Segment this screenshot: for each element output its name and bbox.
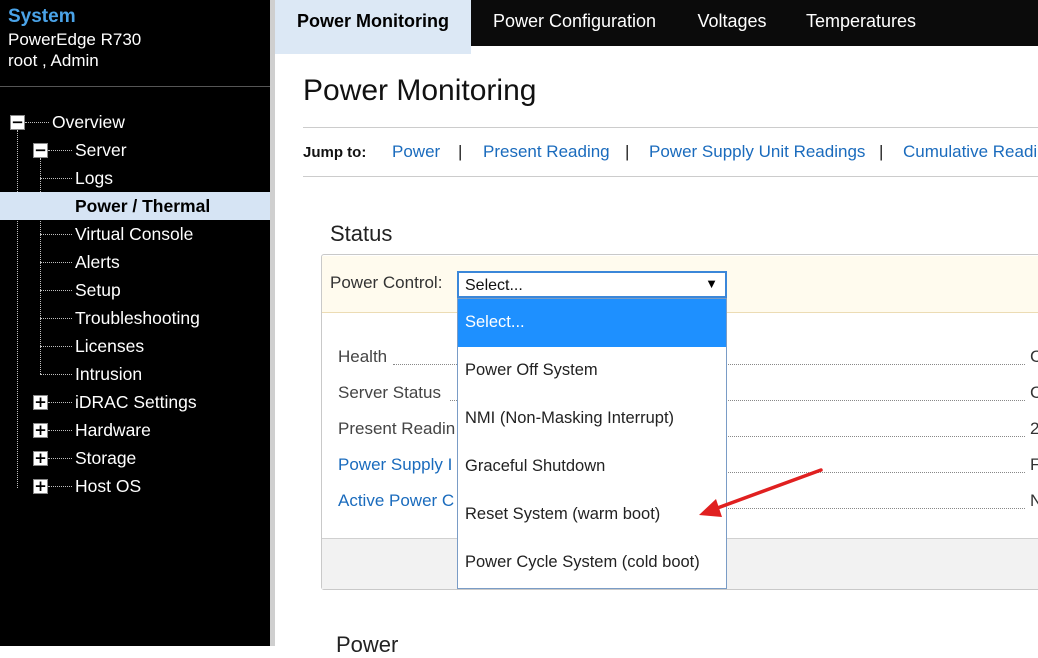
- power-control-label: Power Control:: [330, 273, 443, 292]
- tab-power-monitoring[interactable]: Power Monitoring: [275, 0, 471, 54]
- option-power-off-system[interactable]: Power Off System: [458, 347, 726, 395]
- tree-item-label[interactable]: Host OS: [75, 476, 141, 497]
- tab-bar-filler: [936, 0, 1038, 46]
- jump-link-cumulative-readings[interactable]: Cumulative Readin: [903, 142, 1038, 162]
- tree-item-intrusion[interactable]: Intrusion: [0, 360, 270, 388]
- sidebar: System PowerEdge R730 root , Admin − Ove…: [0, 0, 270, 646]
- jump-separator: |: [879, 142, 884, 161]
- option-label[interactable]: Graceful Shutdown: [465, 457, 605, 476]
- system-title: System: [8, 6, 76, 27]
- option-graceful-shutdown[interactable]: Graceful Shutdown: [458, 443, 726, 491]
- option-label[interactable]: Power Off System: [465, 361, 598, 380]
- tree-item-virtual-console[interactable]: Virtual Console: [0, 220, 270, 248]
- option-select[interactable]: Select...: [458, 299, 726, 347]
- option-reset-system[interactable]: Reset System (warm boot): [458, 491, 726, 539]
- page-title: Power Monitoring: [303, 74, 537, 107]
- active-power-link[interactable]: Active Power C: [338, 491, 454, 511]
- system-model: PowerEdge R730: [8, 30, 142, 49]
- expand-icon[interactable]: +: [33, 479, 48, 494]
- tab-voltages[interactable]: Voltages: [678, 0, 787, 46]
- option-label[interactable]: Select...: [465, 313, 525, 332]
- tree-item-troubleshooting[interactable]: Troubleshooting: [0, 304, 270, 332]
- tree-item-label[interactable]: iDRAC Settings: [75, 392, 197, 413]
- tree-item-label[interactable]: Setup: [75, 280, 121, 301]
- server-status-value: C: [1030, 383, 1038, 402]
- jump-to-label: Jump to:: [303, 144, 367, 161]
- leader-dots: [728, 508, 1025, 509]
- tree-item-power-thermal[interactable]: Power / Thermal: [0, 192, 270, 220]
- leader-dots: [728, 472, 1025, 473]
- tree-item-label[interactable]: Server: [75, 140, 127, 161]
- active-power-value: N: [1030, 491, 1038, 510]
- tree-item-idrac-settings[interactable]: + iDRAC Settings: [0, 388, 270, 416]
- tree-item-host-os[interactable]: + Host OS: [0, 472, 270, 500]
- tab-temperatures[interactable]: Temperatures: [786, 0, 937, 46]
- tree-item-licenses[interactable]: Licenses: [0, 332, 270, 360]
- tree-item-alerts[interactable]: Alerts: [0, 248, 270, 276]
- tree-item-storage[interactable]: + Storage: [0, 444, 270, 472]
- tree-item-hardware[interactable]: + Hardware: [0, 416, 270, 444]
- present-reading-value: 2: [1030, 419, 1038, 438]
- tree-item-label[interactable]: Intrusion: [75, 364, 142, 385]
- jump-link-power[interactable]: Power: [392, 142, 440, 162]
- expand-icon[interactable]: +: [33, 395, 48, 410]
- leader-dots: [728, 436, 1025, 437]
- tree-item-overview[interactable]: − Overview: [0, 108, 270, 136]
- power-control-dropdown[interactable]: Select... Power Off System NMI (Non-Mask…: [457, 298, 727, 589]
- tree-item-label[interactable]: Storage: [75, 448, 136, 469]
- power-supply-value: F: [1030, 455, 1038, 474]
- jump-bar: Jump to: Power | Present Reading | Power…: [303, 127, 1038, 177]
- tree-item-label[interactable]: Power / Thermal: [75, 196, 210, 217]
- tree-item-label[interactable]: Licenses: [75, 336, 144, 357]
- status-heading: Status: [330, 221, 393, 246]
- option-label[interactable]: NMI (Non-Masking Interrupt): [465, 409, 674, 428]
- select-value[interactable]: Select...: [465, 277, 523, 295]
- tree-item-label[interactable]: Logs: [75, 168, 113, 189]
- option-label[interactable]: Reset System (warm boot): [465, 505, 660, 524]
- sidebar-divider[interactable]: [270, 0, 275, 646]
- jump-link-present-reading[interactable]: Present Reading: [483, 142, 610, 162]
- power-control-select[interactable]: Select... ▼: [457, 271, 727, 298]
- option-power-cycle-system[interactable]: Power Cycle System (cold boot): [458, 539, 726, 587]
- collapse-icon[interactable]: −: [33, 143, 48, 158]
- system-header: System PowerEdge R730 root , Admin: [0, 0, 270, 87]
- tree-item-label[interactable]: Hardware: [75, 420, 151, 441]
- option-label[interactable]: Power Cycle System (cold boot): [465, 553, 700, 572]
- tab-bar: Power Monitoring Power Configuration Vol…: [275, 0, 1038, 54]
- collapse-icon[interactable]: −: [10, 115, 25, 130]
- tab-power-configuration[interactable]: Power Configuration: [471, 0, 679, 46]
- tree-item-label[interactable]: Troubleshooting: [75, 308, 200, 329]
- chevron-down-icon[interactable]: ▼: [705, 276, 718, 291]
- power-section-heading: Power: [336, 632, 399, 657]
- logged-in-user: root , Admin: [8, 51, 99, 70]
- tree-item-server[interactable]: − Server: [0, 136, 270, 164]
- expand-icon[interactable]: +: [33, 451, 48, 466]
- tree-item-logs[interactable]: Logs: [0, 164, 270, 192]
- health-label: Health: [338, 347, 388, 366]
- power-supply-link[interactable]: Power Supply I: [338, 455, 452, 475]
- health-value: C: [1030, 347, 1038, 366]
- jump-separator: |: [458, 142, 463, 161]
- tree-item-label[interactable]: Overview: [52, 112, 125, 133]
- expand-icon[interactable]: +: [33, 423, 48, 438]
- server-status-label: Server Status: [338, 383, 441, 402]
- present-reading-label: Present Readin: [338, 419, 456, 438]
- tree-item-setup[interactable]: Setup: [0, 276, 270, 304]
- option-nmi[interactable]: NMI (Non-Masking Interrupt): [458, 395, 726, 443]
- jump-link-psu-readings[interactable]: Power Supply Unit Readings: [649, 142, 865, 162]
- jump-separator: |: [625, 142, 630, 161]
- tree-item-label[interactable]: Virtual Console: [75, 224, 193, 245]
- tree-item-label[interactable]: Alerts: [75, 252, 120, 273]
